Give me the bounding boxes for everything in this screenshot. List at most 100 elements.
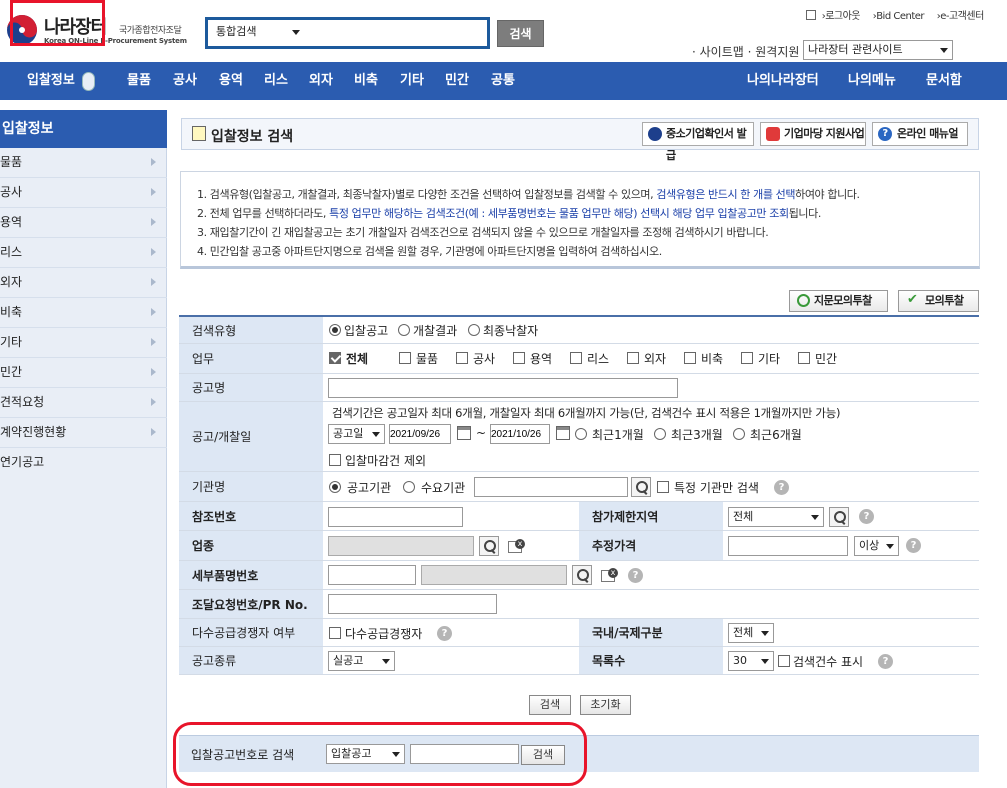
help-icon[interactable]: ? bbox=[628, 568, 643, 583]
date-to-input[interactable] bbox=[490, 424, 550, 444]
radio-notice-agency[interactable] bbox=[329, 481, 341, 493]
search-icon[interactable] bbox=[631, 477, 651, 497]
checkbox-lease[interactable] bbox=[570, 352, 582, 364]
radio-opening-result[interactable] bbox=[398, 324, 410, 336]
chevron-down-icon bbox=[940, 48, 948, 53]
pr-no-input[interactable] bbox=[328, 594, 497, 614]
help-icon[interactable]: ? bbox=[906, 538, 921, 553]
nav-item-my-menu[interactable]: 나의메뉴 bbox=[848, 62, 896, 100]
logout-link[interactable]: ›로그아웃 bbox=[822, 11, 865, 22]
checkbox-exclude-closed[interactable] bbox=[329, 454, 341, 466]
radio-last-3-month-label: 최근3개월 bbox=[671, 428, 723, 442]
ref-no-input[interactable] bbox=[328, 507, 463, 527]
est-price-input[interactable] bbox=[728, 536, 848, 556]
sme-certificate-button[interactable]: 중소기업확인서 발급 bbox=[642, 122, 754, 162]
help-icon[interactable]: ? bbox=[859, 509, 874, 524]
help-icon[interactable]: ? bbox=[774, 480, 789, 495]
list-count-select[interactable]: 30 bbox=[728, 651, 774, 671]
nav-item-goods[interactable]: 물품 bbox=[127, 62, 151, 100]
industry-input[interactable] bbox=[328, 536, 474, 556]
notice-line-1: 1. 검색유형(입찰공고, 개찰결과, 최종낙찰자)별로 다양한 조건을 선택하… bbox=[197, 188, 860, 201]
nav-item-common[interactable]: 공통 bbox=[491, 62, 515, 100]
sidebar-item-construction[interactable]: 공사 bbox=[0, 178, 167, 208]
search-icon[interactable] bbox=[829, 507, 849, 527]
checkbox-private[interactable] bbox=[798, 352, 810, 364]
nav-item-documents[interactable]: 문서함 bbox=[926, 62, 962, 100]
sidebar-item-postponed[interactable]: 연기공고 bbox=[0, 448, 167, 478]
form-reset-button[interactable]: 초기화 bbox=[580, 695, 631, 715]
checkbox-goods[interactable] bbox=[399, 352, 411, 364]
sidebar-item-label: 민간 bbox=[0, 365, 23, 379]
nav-item-my-narajangteo[interactable]: 나의나라장터 bbox=[747, 62, 819, 100]
checkbox-all[interactable] bbox=[329, 352, 341, 364]
help-icon[interactable]: ? bbox=[878, 654, 893, 669]
nav-item-lease[interactable]: 리스 bbox=[264, 62, 288, 100]
printer-icon bbox=[806, 10, 816, 20]
sitemap-links[interactable]: · 사이트맵 · 원격지원 bbox=[692, 43, 799, 60]
radio-last-6-month[interactable] bbox=[733, 428, 745, 440]
checkbox-stockpile[interactable] bbox=[684, 352, 696, 364]
checkbox-foreign[interactable] bbox=[627, 352, 639, 364]
check-icon: ✔ bbox=[907, 292, 918, 307]
nav-item-foreign[interactable]: 외자 bbox=[309, 62, 333, 100]
bid-center-link[interactable]: ›Bid Center bbox=[873, 11, 929, 22]
date-type-select[interactable]: 공고일 bbox=[328, 424, 385, 444]
nav-item-etc[interactable]: 기타 bbox=[400, 62, 424, 100]
nav-item-bid-info[interactable]: 입찰정보 bbox=[27, 62, 75, 100]
search-input[interactable] bbox=[308, 23, 483, 43]
detail-name-input[interactable] bbox=[421, 565, 567, 585]
region-select[interactable]: 전체 bbox=[728, 507, 824, 527]
related-site-select[interactable]: 나라장터 관련사이트 bbox=[803, 40, 953, 60]
sidebar-item-lease[interactable]: 리스 bbox=[0, 238, 167, 268]
detail-no-input[interactable] bbox=[328, 565, 416, 585]
sidebar-item-etc[interactable]: 기타 bbox=[0, 328, 167, 358]
intl-select[interactable]: 전체 bbox=[728, 623, 774, 643]
search-icon[interactable] bbox=[479, 536, 499, 556]
chevron-down-icon bbox=[886, 544, 894, 549]
sidebar-item-private[interactable]: 민간 bbox=[0, 358, 167, 388]
sidebar-item-quote-request[interactable]: 견적요청 bbox=[0, 388, 167, 418]
date-from-input[interactable] bbox=[389, 424, 451, 444]
nav-item-service[interactable]: 용역 bbox=[219, 62, 243, 100]
help-icon[interactable]: ? bbox=[437, 626, 452, 641]
radio-notice[interactable] bbox=[329, 324, 341, 336]
customer-center-link[interactable]: ›e-고객센터 bbox=[937, 11, 989, 22]
mock-bid-button[interactable]: ✔ 모의투찰 bbox=[898, 290, 979, 312]
radio-last-1-month[interactable] bbox=[575, 428, 587, 440]
sidebar-item-foreign[interactable]: 외자 bbox=[0, 268, 167, 298]
radio-demand-agency[interactable] bbox=[403, 481, 415, 493]
calendar-icon[interactable] bbox=[457, 426, 471, 440]
nav-item-construction[interactable]: 공사 bbox=[173, 62, 197, 100]
radio-final-winner[interactable] bbox=[468, 324, 480, 336]
form-search-button[interactable]: 검색 bbox=[529, 695, 571, 715]
est-price-condition-select[interactable]: 이상 bbox=[854, 536, 899, 556]
sidebar-item-goods[interactable]: 물품 bbox=[0, 148, 167, 178]
checkbox-multi-supply[interactable] bbox=[329, 627, 341, 639]
fingerprint-mock-bid-button[interactable]: 지문모의투찰 bbox=[789, 290, 888, 312]
chevron-down-icon bbox=[761, 631, 769, 636]
clear-icon[interactable] bbox=[507, 537, 525, 555]
checkbox-show-count[interactable] bbox=[778, 655, 790, 667]
checkbox-construction[interactable] bbox=[456, 352, 468, 364]
search-scope-select[interactable]: 통합검색 bbox=[212, 23, 304, 43]
checkbox-etc[interactable] bbox=[741, 352, 753, 364]
sidebar-item-service[interactable]: 용역 bbox=[0, 208, 167, 238]
notice-name-input[interactable] bbox=[328, 378, 678, 398]
sidebar-item-label: 용역 bbox=[0, 215, 23, 229]
radio-last-3-month[interactable] bbox=[654, 428, 666, 440]
online-manual-button[interactable]: ? 온라인 매뉴얼 bbox=[872, 122, 968, 146]
nav-item-private[interactable]: 민간 bbox=[445, 62, 469, 100]
sidebar-item-stockpile[interactable]: 비축 bbox=[0, 298, 167, 328]
notice-type-select[interactable]: 실공고 bbox=[328, 651, 395, 671]
clear-icon[interactable] bbox=[600, 566, 618, 584]
calendar-icon[interactable] bbox=[556, 426, 570, 440]
search-button[interactable]: 검색 bbox=[497, 20, 544, 47]
sidebar-item-contract-status[interactable]: 계약진행현황 bbox=[0, 418, 167, 448]
nav-item-stockpile[interactable]: 비축 bbox=[354, 62, 378, 100]
checkbox-specific-agency[interactable] bbox=[657, 481, 669, 493]
est-price-label: 추정가격 bbox=[579, 531, 723, 560]
business-support-button[interactable]: 기업마당 지원사업 bbox=[760, 122, 866, 146]
checkbox-service[interactable] bbox=[513, 352, 525, 364]
agency-input[interactable] bbox=[474, 477, 628, 497]
search-icon[interactable] bbox=[572, 565, 592, 585]
